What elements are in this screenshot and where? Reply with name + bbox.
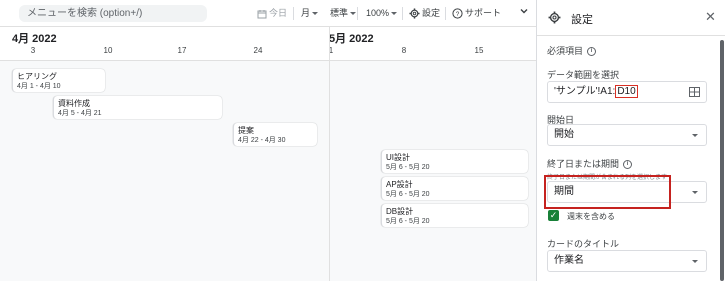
- task-dates: 5月 6 - 5月 20: [386, 218, 430, 225]
- task-dates: 4月 22 - 4月 30: [238, 137, 286, 144]
- view-dropdown[interactable]: 月: [301, 5, 319, 22]
- weekend-label: 週末を含める: [567, 212, 615, 221]
- task-card[interactable]: 資料作成 4月 5 - 4月 21: [53, 96, 222, 119]
- view-label: 月: [301, 8, 311, 18]
- task-card[interactable]: UI設計 5月 6 - 5月 20: [381, 150, 528, 173]
- task-card[interactable]: ヒアリング 4月 1 - 4月 10: [12, 69, 105, 92]
- day-tick: 3: [30, 46, 36, 55]
- toolbar-divider: [357, 7, 358, 20]
- today-label: 今日: [269, 8, 288, 18]
- card-title-label: カードのタイトル: [547, 239, 620, 249]
- end-date-label: 終了日または期間: [547, 159, 620, 169]
- toolbar-divider: [445, 7, 446, 20]
- settings-panel: 設定 ✕ 必須項目 i データ範囲を選択 'サンプル'!A1: D10 開始日 開始…: [536, 0, 725, 281]
- support-button[interactable]: ? サポート: [452, 5, 501, 22]
- close-panel-button[interactable]: ✕: [705, 10, 716, 24]
- day-tick: 17: [177, 46, 187, 55]
- highlight-annotation-box: [544, 175, 671, 209]
- gantt-timeline-app: メニューを検索 (option+/) 今日 月 標準 100% 設定 ? サポー…: [0, 0, 725, 281]
- timeline-view: 4月 2022 5月 2022 3 10 17 24 1 8 15 ヒアリング …: [0, 27, 536, 281]
- task-card[interactable]: AP設計 5月 6 - 5月 20: [381, 177, 528, 200]
- month-divider: [329, 27, 330, 281]
- task-title: DB設計: [386, 207, 414, 216]
- panel-scrollbar[interactable]: [720, 40, 724, 281]
- caret-down-icon: [692, 134, 698, 137]
- today-button[interactable]: 今日: [257, 5, 287, 22]
- month-label: 4月 2022: [12, 33, 57, 45]
- help-circle-icon: ?: [452, 8, 463, 19]
- settings-button[interactable]: 設定: [409, 5, 440, 22]
- month-label: 5月 2022: [329, 33, 374, 45]
- density-dropdown[interactable]: 標準: [330, 5, 357, 22]
- toolbar-divider: [293, 7, 294, 20]
- density-label: 標準: [330, 8, 349, 18]
- day-tick: 8: [401, 46, 407, 55]
- end-date-section-label: 終了日または期間 i: [547, 157, 633, 170]
- settings-panel-header: 設定 ✕: [537, 0, 725, 36]
- calendar-icon: [257, 9, 267, 19]
- required-label: 必須項目: [547, 46, 584, 56]
- start-date-value: 開始: [554, 129, 574, 140]
- toolbar: メニューを検索 (option+/) 今日 月 標準 100% 設定 ? サポー…: [0, 0, 536, 27]
- caret-down-icon: [312, 12, 319, 16]
- task-title: ヒアリング: [17, 72, 57, 81]
- task-dates: 5月 6 - 5月 20: [386, 191, 430, 198]
- task-title: AP設計: [386, 180, 413, 189]
- task-card[interactable]: 提案 4月 22 - 4月 30: [233, 123, 317, 146]
- info-icon[interactable]: i: [587, 47, 597, 57]
- range-value: 'サンプル'!A1:: [554, 86, 616, 97]
- gear-icon: [548, 11, 561, 24]
- caret-down-icon: [350, 12, 357, 16]
- task-dates: 4月 1 - 4月 10: [17, 83, 61, 90]
- toolbar-divider: [402, 7, 403, 20]
- range-label: データ範囲を選択: [547, 70, 620, 80]
- panel-title: 設定: [571, 14, 593, 26]
- task-title: 提案: [238, 126, 254, 135]
- svg-text:?: ?: [456, 11, 460, 18]
- grid-icon[interactable]: [689, 87, 700, 97]
- support-label: サポート: [465, 8, 502, 18]
- zoom-label: 100%: [366, 8, 390, 18]
- start-date-select[interactable]: 開始: [547, 124, 707, 146]
- menu-search-input[interactable]: メニューを検索 (option+/): [19, 5, 207, 22]
- range-highlight: D10: [615, 85, 638, 98]
- caret-down-icon: [391, 12, 398, 16]
- day-tick: 10: [103, 46, 113, 55]
- close-icon: ✕: [705, 9, 716, 24]
- task-dates: 4月 5 - 4月 21: [58, 110, 102, 117]
- card-title-value: 作業名: [554, 255, 584, 266]
- zoom-dropdown[interactable]: 100%: [366, 5, 398, 22]
- day-tick: 24: [253, 46, 263, 55]
- info-icon[interactable]: i: [623, 160, 633, 170]
- chevron-down-icon: [520, 9, 528, 14]
- required-section-label: 必須項目 i: [547, 44, 597, 57]
- data-range-input[interactable]: 'サンプル'!A1: D10: [547, 81, 707, 103]
- caret-down-icon: [692, 260, 698, 263]
- card-title-select[interactable]: 作業名: [547, 250, 707, 272]
- caret-down-icon: [692, 191, 698, 194]
- day-tick: 15: [474, 46, 484, 55]
- collapse-toolbar-button[interactable]: [519, 5, 529, 22]
- task-title: 資料作成: [58, 99, 90, 108]
- weekend-checkbox[interactable]: ✓: [548, 210, 559, 221]
- settings-label: 設定: [422, 8, 441, 18]
- task-title: UI設計: [386, 153, 410, 162]
- task-dates: 5月 6 - 5月 20: [386, 164, 430, 171]
- gear-icon: [409, 8, 420, 19]
- task-card[interactable]: DB設計 5月 6 - 5月 20: [381, 204, 528, 227]
